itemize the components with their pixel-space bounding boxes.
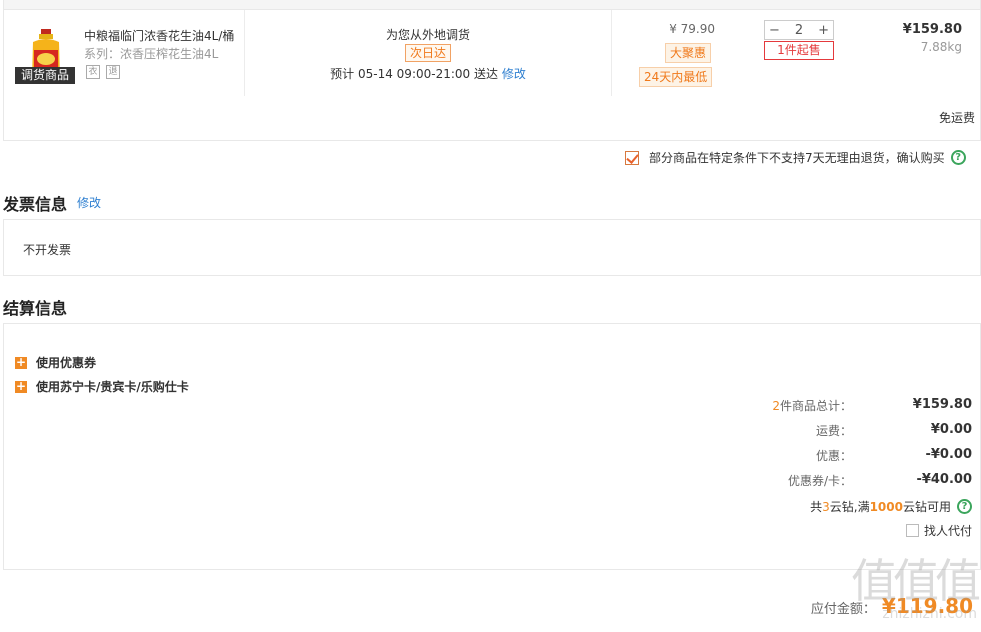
use-card-option[interactable]: + 使用苏宁卡/贵宾卡/乐购仕卡 <box>15 378 189 395</box>
min-order-note: 1件起售 <box>764 41 834 60</box>
items-count: 2 <box>772 399 780 413</box>
return-icon: 退 <box>106 65 120 79</box>
product-info-cell: 调货商品 中粮福临门浓香花生油4L/桶 系列：浓香压榨花生油4L 衣 退 <box>4 10 245 96</box>
payable-label: 应付金额： <box>810 602 876 617</box>
discount-value: -¥0.00 <box>925 447 972 462</box>
items-total-row: 2件商品总计： ¥159.80 <box>672 397 972 415</box>
shipping-value: ¥0.00 <box>930 422 972 437</box>
discount-row: 优惠： -¥0.00 <box>672 447 972 465</box>
delivery-eta: 预计 05-14 09:00-21:00 送达 修改 <box>245 65 611 82</box>
expand-plus-icon[interactable]: + <box>15 380 27 393</box>
proxy-pay-label[interactable]: 找人代付 <box>924 522 972 539</box>
eta-text: 预计 05-14 09:00-21:00 送达 <box>330 67 498 81</box>
agree-text: 部分商品在特定条件下不支持7天无理由退货，确认购买 <box>649 151 945 165</box>
top-strip <box>3 0 981 10</box>
product-name-link[interactable]: 中粮福临门浓香花生油4L/桶 <box>84 27 239 44</box>
product-series: 系列：浓香压榨花生油4L <box>84 47 219 61</box>
invoice-value: 不开发票 <box>23 243 72 257</box>
invoice-section-title: 发票信息 <box>3 195 68 214</box>
coupon-label: 优惠券/卡： <box>787 474 852 488</box>
cloth-icon: 衣 <box>86 65 100 79</box>
invoice-edit-link[interactable]: 修改 <box>77 194 101 211</box>
items-total-label: 2件商品总计： <box>772 397 852 414</box>
help-icon[interactable]: ? <box>950 150 966 165</box>
lowest-price-tag: 24天内最低 <box>639 67 713 87</box>
settlement-section-title: 结算信息 <box>3 299 68 318</box>
proxy-pay-checkbox[interactable] <box>905 524 919 537</box>
shipping-cell: 为您从外地调货 次日达 预计 05-14 09:00-21:00 送达 修改 <box>245 10 612 96</box>
settlement-box: + 使用优惠券 + 使用苏宁卡/贵宾卡/乐购仕卡 2件商品总计： ¥159.80… <box>3 323 981 570</box>
cloud-diamond-info: 共 3 云钻,满 1000 云钻可用 ? <box>810 498 972 515</box>
items-total-value: ¥159.80 <box>912 397 972 412</box>
expand-plus-icon[interactable]: + <box>15 356 27 369</box>
eta-edit-link[interactable]: 修改 <box>502 67 526 81</box>
unit-price: ¥ 79.90 <box>669 22 715 36</box>
item-weight: 7.88kg <box>920 40 962 54</box>
discount-label: 优惠： <box>815 449 852 463</box>
proxy-pay-option[interactable]: 找人代付 <box>905 522 972 539</box>
coin-count: 3 <box>822 499 830 514</box>
transfer-goods-badge: 调货商品 <box>15 67 75 84</box>
help-icon[interactable]: ? <box>957 499 972 514</box>
qty-value[interactable]: 2 <box>795 23 803 38</box>
ship-note: 为您从外地调货 <box>385 28 470 42</box>
price-cell: ¥ 79.90 大聚惠 24天内最低 <box>613 10 753 96</box>
invoice-box: 不开发票 <box>3 219 981 276</box>
return-policy-agreement: 部分商品在特定条件下不支持7天无理由退货，确认购买 ? <box>625 149 966 166</box>
quantity-stepper[interactable]: − 2 + <box>764 20 834 40</box>
coin-suffix: 云钻可用 <box>902 500 951 514</box>
payable-amount: 应付金额： ¥119.80 <box>811 594 973 618</box>
coin-prefix: 共 <box>810 500 823 514</box>
coin-threshold: 1000 <box>869 499 903 514</box>
use-coupon-label[interactable]: 使用优惠券 <box>36 354 96 371</box>
qty-plus-button[interactable]: + <box>818 23 829 38</box>
service-icons: 衣 退 <box>86 65 120 79</box>
coupon-row: 优惠券/卡： -¥40.00 <box>672 472 972 490</box>
free-shipping: 免运费 <box>938 111 975 125</box>
qty-minus-button[interactable]: − <box>769 23 780 38</box>
shipping-label: 运费： <box>815 424 852 438</box>
agree-checkbox[interactable] <box>625 150 639 165</box>
payable-value: ¥119.80 <box>881 594 973 618</box>
next-day-tag: 次日达 <box>405 44 452 62</box>
item-subtotal: ¥159.80 <box>902 22 962 37</box>
coupon-value: -¥40.00 <box>916 472 972 487</box>
promo-tag: 大聚惠 <box>665 43 712 63</box>
use-coupon-option[interactable]: + 使用优惠券 <box>15 354 96 371</box>
coin-mid: 云钻,满 <box>829 500 870 514</box>
product-row: 调货商品 中粮福临门浓香花生油4L/桶 系列：浓香压榨花生油4L 衣 退 为您从… <box>3 10 981 141</box>
items-label-text: 件商品总计： <box>779 399 852 413</box>
shipping-row: 运费： ¥0.00 <box>672 422 972 440</box>
use-card-label[interactable]: 使用苏宁卡/贵宾卡/乐购仕卡 <box>36 378 189 395</box>
